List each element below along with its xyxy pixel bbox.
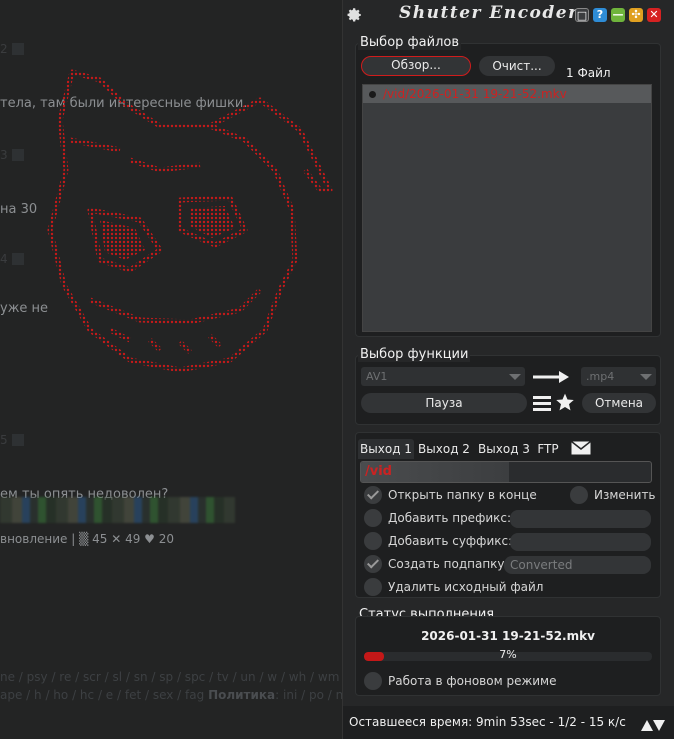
- board-links[interactable]: ape / h / ho / hc / e / fet / sex / fag …: [0, 688, 342, 702]
- file-selection-panel: Выбор файлов Обзор... Очист... 1 Файл /v…: [355, 35, 661, 337]
- delete-source-label: Удалить исходный файл: [388, 580, 544, 594]
- clear-button[interactable]: Очист...: [479, 56, 555, 76]
- subfolder-label: Создать подпапку:: [388, 557, 509, 571]
- minimize-button[interactable]: —: [611, 8, 625, 22]
- post-number: 3: [0, 148, 24, 162]
- suffix-checkbox[interactable]: [364, 532, 382, 550]
- subfolder-checkbox[interactable]: [364, 555, 382, 573]
- maximize-button[interactable]: ✣: [629, 8, 643, 22]
- open-folder-label: Открыть папку в конце: [388, 488, 537, 502]
- progress-percent: 7%: [499, 648, 517, 661]
- output-path-field[interactable]: /vid: [360, 461, 652, 483]
- function-selection-title: Выбор функции: [358, 347, 471, 362]
- current-file-name: 2026-01-31 19-21-52.mkv: [421, 629, 595, 643]
- tab-output-2[interactable]: Выход 2: [418, 439, 470, 459]
- arrow-right-icon: [533, 371, 569, 383]
- chevron-down-icon: [509, 374, 521, 380]
- file-list-item[interactable]: /vid/2026-01-31 19-21-52.mkv: [363, 85, 651, 103]
- up-down-arrows-icon[interactable]: [641, 719, 665, 731]
- codec-select[interactable]: AV1: [361, 367, 525, 386]
- close-button[interactable]: ✕: [647, 8, 661, 22]
- chevron-down-icon: [640, 374, 652, 380]
- star-icon[interactable]: [555, 392, 575, 412]
- file-list[interactable]: /vid/2026-01-31 19-21-52.mkv: [362, 84, 652, 332]
- open-folder-checkbox[interactable]: [364, 486, 382, 504]
- post-number: 2: [0, 42, 24, 56]
- prefix-label: Добавить префикс:: [388, 511, 512, 525]
- app-title: Shutter Encoder: [399, 3, 579, 23]
- play-icon: [11, 434, 24, 446]
- cancel-button[interactable]: Отмена: [582, 393, 656, 413]
- output-path: /vid: [365, 464, 392, 479]
- background-webpage: 2 тела, там были интересные фишки. 3 на …: [0, 0, 342, 739]
- change-checkbox[interactable]: [570, 486, 588, 504]
- progress-panel: 2026-01-31 19-21-52.mkv 7% Работа в фоно…: [355, 616, 661, 696]
- suffix-label: Добавить суффикс:: [388, 534, 513, 548]
- gear-icon[interactable]: [345, 6, 363, 24]
- play-icon: [11, 253, 24, 265]
- prefix-input[interactable]: [510, 510, 651, 528]
- tab-output-1[interactable]: Выход 1: [358, 439, 414, 459]
- list-menu-icon[interactable]: [532, 394, 552, 412]
- tab-ftp[interactable]: FTP: [536, 439, 560, 459]
- window-list-button[interactable]: □: [575, 8, 589, 22]
- container-select[interactable]: .mp4: [581, 367, 656, 386]
- prefix-checkbox[interactable]: [364, 509, 382, 527]
- tab-output-3[interactable]: Выход 3: [478, 439, 530, 459]
- play-icon: [11, 43, 24, 55]
- pause-button[interactable]: Пауза: [361, 393, 527, 413]
- mail-icon[interactable]: [571, 441, 591, 455]
- pixelated-image: [0, 497, 235, 523]
- file-path: /vid/2026-01-31 19-21-52.mkv: [383, 87, 567, 101]
- play-icon: [11, 149, 24, 161]
- board-links[interactable]: ne / psy / re / scr / sl / sn / sp / spc…: [0, 670, 342, 684]
- skull-logo-icon: [47, 69, 333, 373]
- post-number: 5: [0, 433, 24, 447]
- background-mode-checkbox[interactable]: [364, 672, 382, 690]
- delete-source-checkbox[interactable]: [364, 578, 382, 596]
- browse-button[interactable]: Обзор...: [361, 56, 471, 76]
- shutter-encoder-window: Shutter Encoder □ ? — ✣ ✕ Выбор файлов О…: [342, 0, 674, 739]
- file-count: 1 Файл: [566, 66, 611, 80]
- suffix-input[interactable]: [510, 533, 651, 551]
- file-selection-title: Выбор файлов: [358, 35, 461, 50]
- help-button[interactable]: ?: [593, 8, 607, 22]
- background-mode-label: Работа в фоновом режиме: [388, 674, 557, 688]
- function-selection-panel: Выбор функции AV1 .mp4 Пауза Отмена: [355, 347, 661, 425]
- title-bar[interactable]: Shutter Encoder □ ? — ✣ ✕: [343, 0, 674, 32]
- post-number: 4: [0, 252, 24, 266]
- remaining-time-status: Оставшееся время: 9min 53sec - 1/2 - 15 …: [349, 715, 626, 729]
- subfolder-input[interactable]: Converted: [504, 556, 651, 574]
- output-panel: Выход 1 Выход 2 Выход 3 FTP /vid Открыть…: [355, 432, 661, 598]
- bullet-icon: [369, 91, 376, 98]
- post-stats: вновление | ▒ 45 ✕ 49 ♥ 20: [0, 532, 175, 546]
- change-label: Изменить: [594, 488, 656, 502]
